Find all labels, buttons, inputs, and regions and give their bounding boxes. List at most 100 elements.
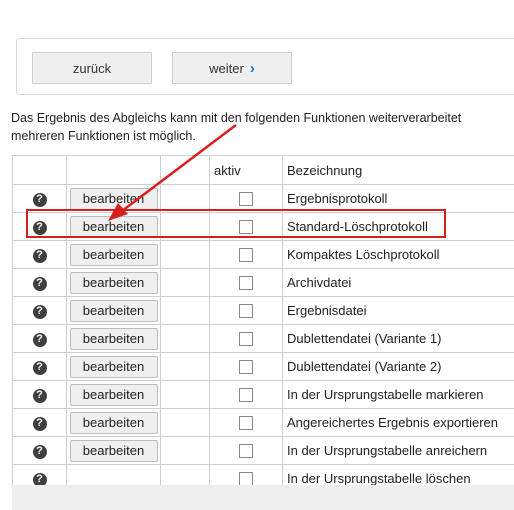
help-icon[interactable]: ? — [32, 388, 47, 403]
table-row: ? bearbeiten Archivdatei — [12, 268, 514, 297]
help-cell: ? — [12, 296, 67, 325]
help-cell: ? — [12, 380, 67, 409]
active-cell — [209, 184, 283, 213]
blank-cell — [160, 324, 210, 353]
description-line-1: Das Ergebnis des Abgleichs kann mit den … — [11, 111, 462, 125]
header-blank — [160, 155, 210, 185]
navigation-panel: zurück weiter › — [16, 38, 514, 95]
edit-cell: bearbeiten — [66, 240, 161, 269]
chevron-right-icon: › — [249, 59, 255, 77]
help-cell: ? — [12, 212, 67, 241]
blank-cell — [160, 436, 210, 465]
next-button[interactable]: weiter › — [172, 52, 292, 84]
active-checkbox[interactable] — [239, 388, 253, 403]
active-checkbox[interactable] — [239, 304, 253, 319]
description-text: Das Ergebnis des Abgleichs kann mit den … — [11, 109, 514, 145]
edit-button[interactable]: bearbeiten — [69, 383, 158, 406]
edit-button[interactable]: bearbeiten — [69, 327, 158, 350]
edit-cell: bearbeiten — [66, 184, 161, 213]
active-cell — [209, 408, 283, 437]
help-icon[interactable]: ? — [32, 276, 47, 291]
active-cell — [209, 352, 283, 381]
table-header-row: aktiv Bezeichnung — [12, 155, 514, 185]
header-edit — [66, 155, 161, 185]
table-row: ? bearbeiten Ergebnisdatei — [12, 296, 514, 325]
edit-button[interactable]: bearbeiten — [69, 215, 158, 238]
help-icon[interactable]: ? — [32, 332, 47, 347]
edit-button[interactable]: bearbeiten — [69, 439, 158, 462]
function-name: Dublettendatei (Variante 2) — [282, 352, 514, 381]
blank-cell — [160, 296, 210, 325]
active-cell — [209, 268, 283, 297]
help-icon[interactable]: ? — [32, 360, 47, 375]
active-cell — [209, 240, 283, 269]
help-cell: ? — [12, 268, 67, 297]
active-cell — [209, 324, 283, 353]
back-button[interactable]: zurück — [32, 52, 152, 84]
edit-button[interactable]: bearbeiten — [69, 187, 158, 210]
blank-cell — [160, 240, 210, 269]
table-row: ? bearbeiten Standard-Löschprotokoll — [12, 212, 514, 241]
edit-button[interactable]: bearbeiten — [69, 271, 158, 294]
header-help — [12, 155, 67, 185]
active-checkbox[interactable] — [239, 220, 253, 235]
functions-table: aktiv Bezeichnung ? bearbeiten Ergebnispro… — [12, 155, 514, 493]
edit-cell: bearbeiten — [66, 324, 161, 353]
edit-cell: bearbeiten — [66, 436, 161, 465]
header-active: aktiv — [209, 155, 283, 185]
help-cell: ? — [12, 240, 67, 269]
table-row: ? bearbeiten Dublettendatei (Variante 1) — [12, 324, 514, 353]
next-button-label: weiter — [209, 60, 244, 76]
function-name: Angereichertes Ergebnis exportieren — [282, 408, 514, 437]
edit-button[interactable]: bearbeiten — [69, 299, 158, 322]
table-row: ? bearbeiten In der Ursprungstabelle marki… — [12, 380, 514, 409]
blank-cell — [160, 408, 210, 437]
blank-cell — [160, 212, 210, 241]
active-checkbox[interactable] — [239, 416, 253, 431]
edit-cell: bearbeiten — [66, 296, 161, 325]
help-icon[interactable]: ? — [32, 192, 47, 207]
active-checkbox[interactable] — [239, 332, 253, 347]
active-checkbox[interactable] — [239, 192, 253, 207]
function-name: In der Ursprungstabelle markieren — [282, 380, 514, 409]
help-cell: ? — [12, 408, 67, 437]
edit-button[interactable]: bearbeiten — [69, 411, 158, 434]
help-icon[interactable]: ? — [32, 220, 47, 235]
description-line-2: mehreren Funktionen ist möglich. — [11, 129, 196, 143]
edit-cell: bearbeiten — [66, 380, 161, 409]
active-cell — [209, 380, 283, 409]
help-icon[interactable]: ? — [32, 416, 47, 431]
table-row: ? bearbeiten Angereichertes Ergebnis expor… — [12, 408, 514, 437]
back-button-label: zurück — [72, 60, 112, 76]
help-icon[interactable]: ? — [32, 304, 47, 319]
table-row: ? bearbeiten In der Ursprungstabelle anrei… — [12, 436, 514, 465]
active-checkbox[interactable] — [239, 360, 253, 375]
help-cell: ? — [12, 352, 67, 381]
active-cell — [209, 296, 283, 325]
active-cell — [209, 212, 283, 241]
function-name: Archivdatei — [282, 268, 514, 297]
edit-button[interactable]: bearbeiten — [69, 243, 158, 266]
edit-button[interactable]: bearbeiten — [69, 355, 158, 378]
active-checkbox[interactable] — [239, 248, 253, 263]
active-checkbox[interactable] — [239, 276, 253, 291]
table-row: ? bearbeiten Ergebnisprotokoll — [12, 184, 514, 213]
function-name: Ergebnisdatei — [282, 296, 514, 325]
function-name: Ergebnisprotokoll — [282, 184, 514, 213]
edit-cell: bearbeiten — [66, 212, 161, 241]
function-name: In der Ursprungstabelle anreichern — [282, 436, 514, 465]
help-icon[interactable]: ? — [32, 444, 47, 459]
blank-cell — [160, 184, 210, 213]
edit-cell: bearbeiten — [66, 268, 161, 297]
blank-cell — [160, 352, 210, 381]
help-icon[interactable]: ? — [32, 248, 47, 263]
edit-cell: bearbeiten — [66, 408, 161, 437]
function-name: Dublettendatei (Variante 1) — [282, 324, 514, 353]
table-row: ? bearbeiten Dublettendatei (Variante 2) — [12, 352, 514, 381]
blank-cell — [160, 380, 210, 409]
active-cell — [209, 436, 283, 465]
header-name: Bezeichnung — [282, 155, 514, 185]
active-checkbox[interactable] — [239, 444, 253, 459]
help-cell: ? — [12, 324, 67, 353]
function-name: Kompaktes Löschprotokoll — [282, 240, 514, 269]
